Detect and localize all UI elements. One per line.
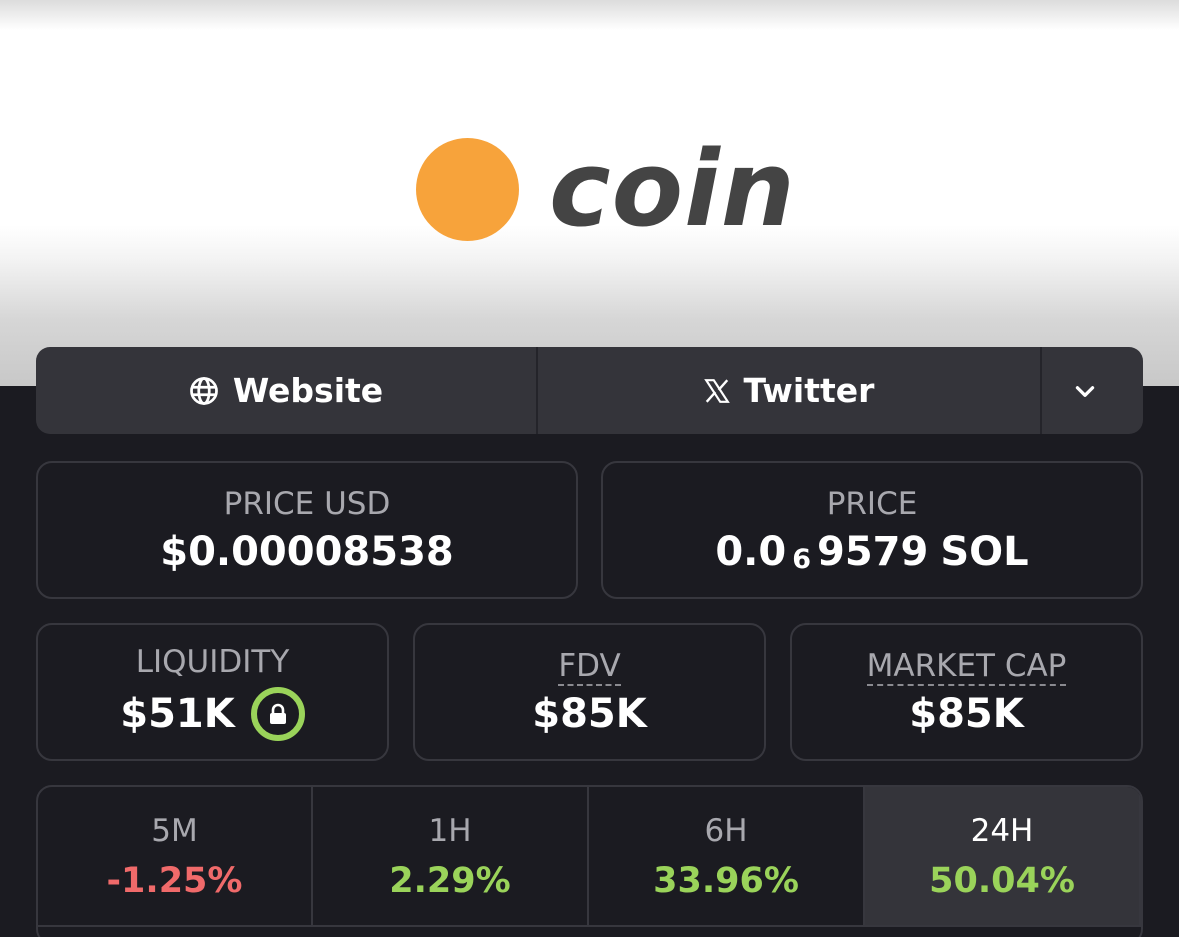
fdv-label[interactable]: FDV: [558, 647, 621, 686]
market-cap-card: MARKET CAP $85K: [790, 623, 1143, 761]
tab-24h[interactable]: 24H 50.04%: [865, 787, 1141, 927]
fdv-card: FDV $85K: [413, 623, 766, 761]
tab-label: 1H: [428, 813, 472, 849]
tab-change: 50.04%: [929, 861, 1075, 901]
liquidity-value: $51K: [120, 691, 235, 738]
price-change-timeframe-tabs: 5M -1.25% 1H 2.29% 6H 33.96% 24H 50.04%: [36, 785, 1143, 937]
price-native-zero-count: 6: [792, 544, 811, 576]
market-cap-label[interactable]: MARKET CAP: [866, 647, 1067, 686]
social-links-bar: Website Twitter: [36, 347, 1143, 434]
liquidity-value-row: $51K: [120, 687, 305, 742]
token-header-banner: coin: [0, 0, 1179, 386]
tab-change: 2.29%: [389, 861, 511, 901]
price-usd-value: $0.00008538: [160, 529, 454, 576]
market-cap-value: $85K: [909, 691, 1024, 738]
tab-label: 6H: [704, 813, 748, 849]
globe-icon: [189, 376, 218, 405]
liquidity-label: LIQUIDITY: [135, 643, 290, 680]
tab-5m[interactable]: 5M -1.25%: [38, 787, 313, 927]
tab-change: 33.96%: [653, 861, 799, 901]
price-usd-card: PRICE USD $0.00008538: [36, 461, 578, 599]
chevron-down-icon: [1075, 385, 1094, 397]
twitter-button[interactable]: Twitter: [538, 347, 1042, 434]
price-native-unit: SOL: [940, 529, 1029, 576]
tabs-divider: [38, 925, 1141, 927]
price-native-card: PRICE 0.0 6 9579 SOL: [601, 461, 1143, 599]
more-links-button[interactable]: [1042, 347, 1141, 434]
liquidity-card: LIQUIDITY $51K: [36, 623, 389, 761]
price-native-label: PRICE: [826, 485, 918, 522]
logo-text: coin: [549, 128, 796, 250]
website-button[interactable]: Website: [36, 347, 538, 434]
price-native-prefix: 0.0: [715, 529, 787, 576]
tab-1h[interactable]: 1H 2.29%: [313, 787, 589, 927]
price-native-value: 0.0 6 9579 SOL: [715, 529, 1028, 575]
lock-icon[interactable]: [250, 687, 305, 742]
price-native-digits: 9579: [817, 529, 929, 576]
tab-change: -1.25%: [106, 861, 243, 901]
fdv-value: $85K: [532, 691, 647, 738]
website-label: Website: [232, 371, 384, 410]
twitter-label: Twitter: [743, 371, 875, 410]
price-usd-label: PRICE USD: [223, 485, 391, 522]
token-logo: coin: [416, 137, 796, 241]
tab-label: 24H: [970, 813, 1034, 849]
tab-6h[interactable]: 6H 33.96%: [589, 787, 865, 927]
x-twitter-icon: [703, 378, 730, 403]
tab-label: 5M: [151, 813, 198, 849]
logo-dot-icon: [416, 137, 519, 241]
